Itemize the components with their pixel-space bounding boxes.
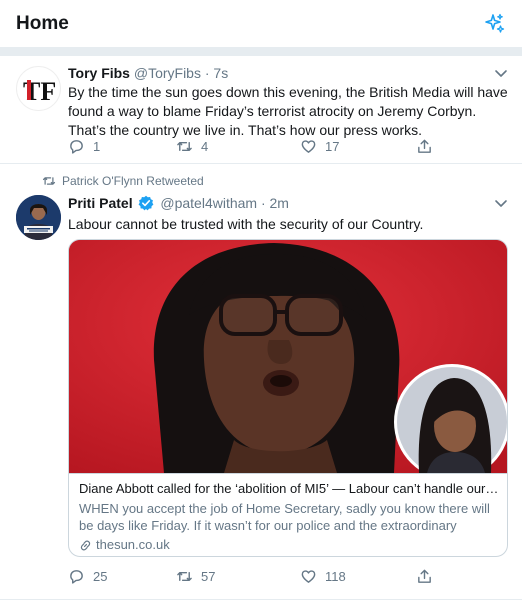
reply-count: 1 xyxy=(93,139,101,154)
reply-button[interactable]: 25 xyxy=(68,568,107,585)
tweet-time[interactable]: · 2m xyxy=(261,195,289,211)
reply-count: 25 xyxy=(93,569,108,584)
timeline-header: Home xyxy=(0,0,522,48)
author-name[interactable]: Priti Patel xyxy=(68,195,133,211)
tweet-author: Priti Patel @patel4witham · 2m xyxy=(68,195,289,211)
retweet-icon xyxy=(42,177,56,185)
news-photo-icon xyxy=(69,240,507,473)
profile-photo-icon xyxy=(16,195,61,240)
retweet-icon xyxy=(177,142,192,151)
avatar[interactable]: TF xyxy=(16,66,61,111)
heart-icon xyxy=(301,570,316,583)
retweet-button[interactable]: 57 xyxy=(176,568,215,585)
retweet-button[interactable]: 4 xyxy=(176,138,208,155)
header-divider xyxy=(0,48,522,56)
tweet-actions: 25 57 118 xyxy=(68,568,448,588)
card-description: WHEN you accept the job of Home Secretar… xyxy=(79,501,490,533)
card-domain: thesun.co.uk xyxy=(79,536,499,554)
share-button[interactable] xyxy=(416,138,433,155)
share-icon xyxy=(418,139,431,153)
card-image[interactable] xyxy=(69,240,507,473)
like-button[interactable]: 17 xyxy=(300,138,339,155)
chevron-down-icon[interactable] xyxy=(494,66,508,80)
like-count: 17 xyxy=(325,139,340,154)
tweet-author: Tory Fibs @ToryFibs · 7s xyxy=(68,65,228,81)
like-count: 118 xyxy=(325,569,346,584)
tweet-text: By the time the sun goes down this eveni… xyxy=(68,84,508,138)
author-handle[interactable]: @patel4witham xyxy=(160,195,257,211)
tweet-time[interactable]: · 7s xyxy=(205,65,228,81)
tweet-actions: 1 4 17 xyxy=(68,138,448,158)
author-name[interactable]: Tory Fibs xyxy=(68,65,130,81)
tweet[interactable]: Patrick O'Flynn Retweeted Priti Patel @p… xyxy=(0,165,522,600)
reply-icon xyxy=(70,140,83,154)
avatar[interactable] xyxy=(16,195,61,240)
retweeted-by-label: Patrick O'Flynn Retweeted xyxy=(62,174,204,188)
chevron-down-icon[interactable] xyxy=(494,196,508,210)
share-icon xyxy=(418,569,431,583)
like-button[interactable]: 118 xyxy=(300,568,346,585)
tory-fibs-logo-icon: TF xyxy=(23,77,56,106)
page-title: Home xyxy=(16,13,69,34)
card-domain-text: thesun.co.uk xyxy=(96,537,170,552)
retweet-count: 4 xyxy=(201,139,209,154)
reply-icon xyxy=(70,570,83,584)
card-body[interactable]: Diane Abbott called for the ‘abolition o… xyxy=(69,473,507,556)
heart-icon xyxy=(301,140,316,153)
retweet-icon xyxy=(177,572,192,581)
retweeted-by[interactable]: Patrick O'Flynn Retweeted xyxy=(42,174,204,188)
link-card[interactable]: Diane Abbott called for the ‘abolition o… xyxy=(68,239,508,557)
reply-button[interactable]: 1 xyxy=(68,138,100,155)
share-button[interactable] xyxy=(416,568,433,585)
sparkle-icon[interactable] xyxy=(482,12,506,36)
author-handle[interactable]: @ToryFibs xyxy=(134,65,201,81)
verified-badge-icon xyxy=(139,195,154,211)
tweet-text: Labour cannot be trusted with the securi… xyxy=(68,216,424,232)
card-title: Diane Abbott called for the ‘abolition o… xyxy=(79,481,499,496)
retweet-count: 57 xyxy=(201,569,216,584)
link-icon xyxy=(80,540,91,550)
tweet[interactable]: TF Tory Fibs @ToryFibs · 7s By the time … xyxy=(0,56,522,164)
